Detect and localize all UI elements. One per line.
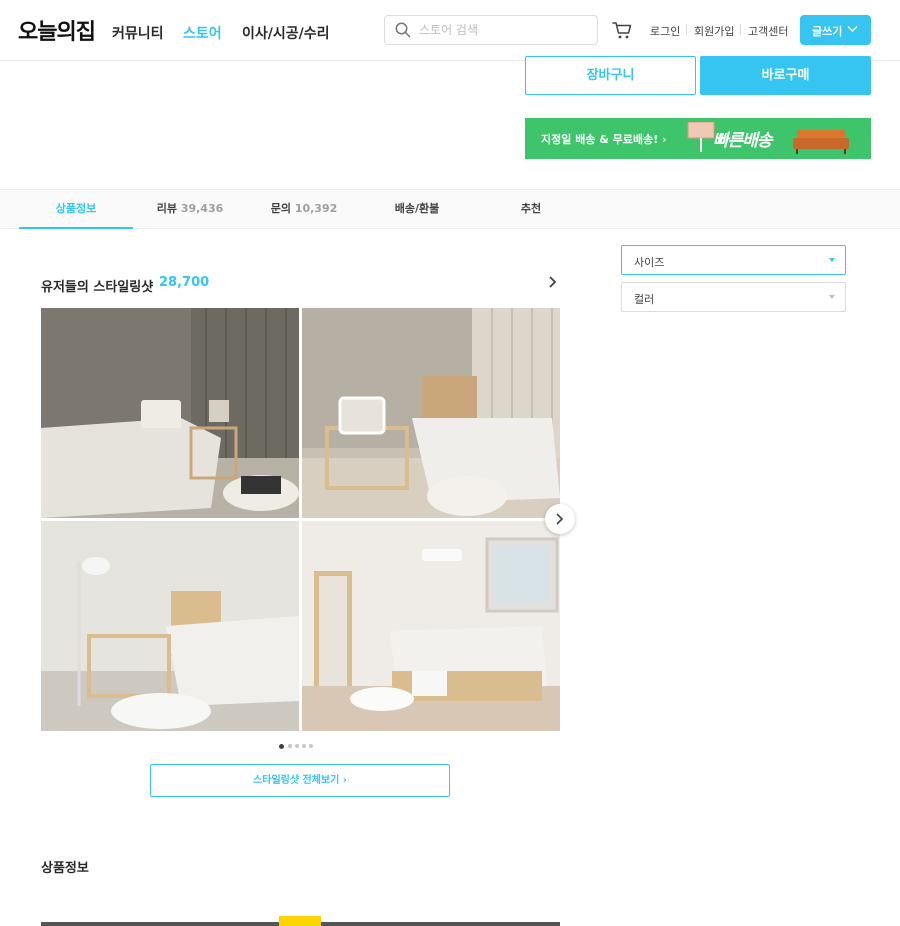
styling-shots-count: 28,700 <box>159 275 210 290</box>
sofa-illustration <box>793 130 849 154</box>
product-tabs: 상품정보 리뷰 39,436 문의 10,392 배송/환불 추천 <box>0 189 900 229</box>
carousel-dot[interactable] <box>295 744 299 748</box>
nav-community[interactable]: 커뮤니티 <box>112 23 164 43</box>
banner-text: 지정일 배송 & 무료배송! › <box>541 133 667 146</box>
util-divider <box>740 24 741 35</box>
tab-shipping-refund[interactable]: 배송/환불 <box>360 190 474 229</box>
nav-moving-repair[interactable]: 이사/시공/수리 <box>242 23 330 43</box>
customer-center-link[interactable]: 고객센터 <box>748 23 788 39</box>
tab-inquiries[interactable]: 문의 10,392 <box>247 190 361 229</box>
write-button[interactable]: 글쓰기 <box>800 15 871 45</box>
tab-product-info[interactable]: 상품정보 <box>19 190 133 229</box>
size-select[interactable]: 사이즈 <box>621 245 846 275</box>
size-select-value: 사이즈 <box>634 256 665 269</box>
color-select-value: 컬러 <box>634 293 655 306</box>
util-divider <box>686 24 687 35</box>
delivery-banner[interactable]: 지정일 배송 & 무료배송! › 빠른배송 <box>525 118 871 159</box>
carousel-next-button[interactable] <box>545 504 575 534</box>
site-logo[interactable]: 오늘의집 <box>18 14 96 46</box>
chevron-right-icon <box>556 513 564 525</box>
login-link[interactable]: 로그인 <box>650 23 680 39</box>
nav-store[interactable]: 스토어 <box>183 23 222 43</box>
tab-label: 리뷰 <box>156 202 177 215</box>
product-info-image <box>41 916 560 926</box>
caret-down-icon <box>829 295 835 299</box>
carousel-dot[interactable] <box>279 743 284 749</box>
tab-recommend[interactable]: 추천 <box>474 190 588 229</box>
write-button-label: 글쓰기 <box>812 25 843 38</box>
styling-photo[interactable] <box>41 308 299 518</box>
tab-count: 39,436 <box>180 202 224 215</box>
buy-now-button[interactable]: 바로구매 <box>700 56 871 95</box>
search-box[interactable] <box>384 15 598 45</box>
styling-photo[interactable] <box>302 308 560 518</box>
styling-photo[interactable] <box>302 521 560 731</box>
tab-label: 상품정보 <box>55 202 97 215</box>
carousel-dot[interactable] <box>302 744 306 748</box>
add-to-cart-button[interactable]: 장바구니 <box>525 56 696 95</box>
product-info-image-accent <box>279 916 321 926</box>
tab-label: 추천 <box>520 202 542 215</box>
carousel-dot[interactable] <box>288 744 292 748</box>
cart-icon[interactable] <box>611 19 633 41</box>
chevron-right-icon[interactable] <box>547 275 559 289</box>
carousel-dot[interactable] <box>309 744 313 748</box>
chevron-down-icon <box>847 25 858 33</box>
styling-shots-title: 유저들의 스타일링샷 <box>41 280 154 295</box>
caret-down-icon <box>829 258 835 262</box>
search-icon <box>395 22 411 38</box>
signup-link[interactable]: 회원가입 <box>694 23 734 39</box>
color-select[interactable]: 컬러 <box>621 282 846 312</box>
tab-count: 10,392 <box>294 202 338 215</box>
search-input[interactable] <box>417 21 587 39</box>
top-header: 오늘의집 커뮤니티 스토어 이사/시공/수리 로그인 회원가입 고객센터 글쓰기 <box>0 0 900 61</box>
view-all-styling-button[interactable]: 스타일링샷 전체보기 › <box>150 764 450 797</box>
tab-reviews[interactable]: 리뷰 39,436 <box>133 190 247 229</box>
tab-label: 문의 <box>270 202 291 215</box>
fast-delivery-text: 빠른배송 <box>713 131 773 151</box>
styling-photo[interactable] <box>41 521 299 731</box>
product-info-title: 상품정보 <box>41 861 89 876</box>
tab-label: 배송/환불 <box>394 202 440 215</box>
